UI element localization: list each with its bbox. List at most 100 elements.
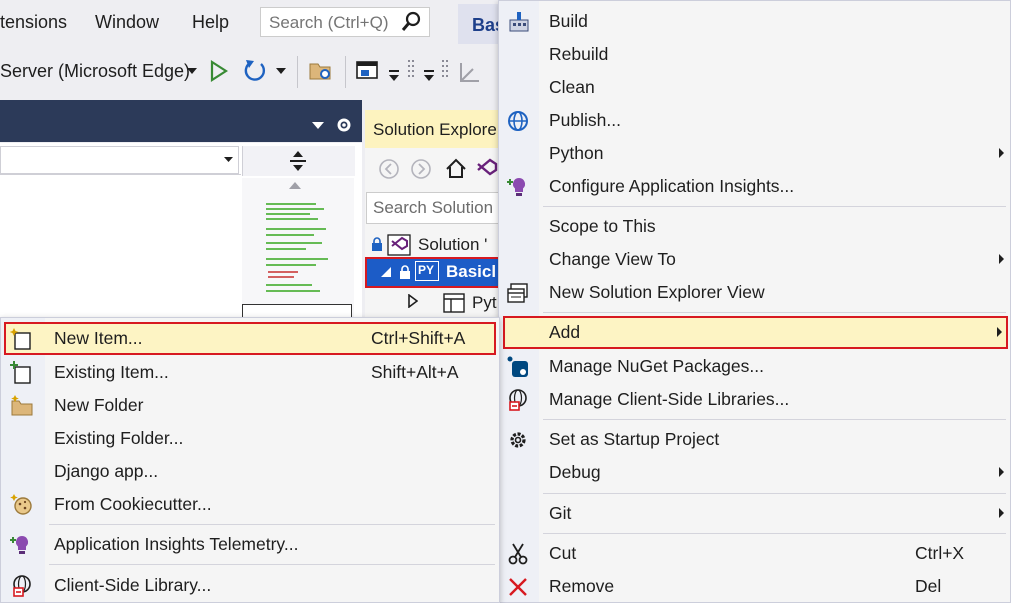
search-input[interactable] xyxy=(267,9,407,37)
lock-icon xyxy=(372,237,382,251)
global-search[interactable] xyxy=(260,7,430,37)
gear-icon[interactable] xyxy=(335,116,353,134)
menu-item-add[interactable]: Add xyxy=(503,316,1008,349)
client-lib-icon xyxy=(13,575,31,597)
submenu-arrow-icon xyxy=(997,327,1002,337)
menu-item-manage-nuget[interactable]: Manage NuGet Packages... xyxy=(499,350,1010,383)
menu-item-change-view[interactable]: Change View To xyxy=(499,243,1010,276)
chevron-down-icon xyxy=(224,157,233,162)
menu-item-new-explorer-view[interactable]: New Solution Explorer View xyxy=(499,276,1010,309)
insights-icon xyxy=(10,535,29,554)
scroll-up-icon[interactable] xyxy=(289,182,301,190)
split-icon xyxy=(290,151,306,171)
menu-item-build[interactable]: Build xyxy=(499,5,1010,38)
forward-icon[interactable] xyxy=(410,158,432,180)
start-debug-icon[interactable] xyxy=(210,60,228,82)
menu-item-cut[interactable]: Cut Ctrl+X xyxy=(499,537,1010,570)
menu-separator xyxy=(543,206,1006,207)
menu-separator xyxy=(49,524,495,525)
toolbar: Server (Microsoft Edge) xyxy=(0,48,500,100)
overflow-chevron-icon[interactable] xyxy=(389,70,399,82)
cookiecutter-icon xyxy=(10,494,32,515)
menu-item-set-startup[interactable]: Set as Startup Project xyxy=(499,423,1010,456)
solution-explorer-title-tab[interactable]: Solution Explore xyxy=(365,110,500,148)
python-project-icon: PY xyxy=(415,261,439,281)
submenu-item-new-item[interactable]: New Item... Ctrl+Shift+A xyxy=(4,322,496,355)
home-icon[interactable] xyxy=(444,157,468,181)
client-lib-icon xyxy=(509,389,527,411)
menu-bar: tensions Window Help Bas xyxy=(0,0,505,48)
minimap-viewport[interactable] xyxy=(242,304,352,318)
editor-divider xyxy=(0,174,241,175)
python-env-icon xyxy=(443,293,465,313)
gear-icon xyxy=(510,432,526,448)
menu-item-remove[interactable]: Remove Del xyxy=(499,570,1010,603)
insights-icon xyxy=(507,177,526,196)
menu-item-python[interactable]: Python xyxy=(499,137,1010,170)
solution-icon xyxy=(387,234,411,256)
menu-help[interactable]: Help xyxy=(192,12,229,33)
menu-separator xyxy=(543,419,1006,420)
menu-item-scope-to-this[interactable]: Scope to This xyxy=(499,210,1010,243)
chevron-down-icon[interactable] xyxy=(276,68,286,76)
explorer-view-icon xyxy=(507,283,528,303)
toolbar-separator xyxy=(345,56,346,88)
submenu-arrow-icon xyxy=(999,254,1004,264)
debug-target-dropdown[interactable]: Server (Microsoft Edge) xyxy=(0,61,190,82)
navigation-dropdown[interactable] xyxy=(0,146,239,174)
menu-item-git[interactable]: Git xyxy=(499,497,1010,530)
layout-window-icon[interactable] xyxy=(355,59,381,83)
search-icon xyxy=(401,11,421,31)
ruler-icon[interactable] xyxy=(458,60,482,84)
project-context-menu: Build Rebuild Clean Publish... Python Co… xyxy=(498,0,1011,603)
menu-separator xyxy=(543,493,1006,494)
menu-extensions[interactable]: tensions xyxy=(0,12,67,33)
menu-item-debug[interactable]: Debug xyxy=(499,456,1010,489)
menu-item-configure-insights[interactable]: Configure Application Insights... xyxy=(499,170,1010,203)
tree-item-project-selected[interactable]: PY Basicl xyxy=(365,257,500,288)
menu-item-publish[interactable]: Publish... xyxy=(499,104,1010,137)
vs-switch-view-icon[interactable] xyxy=(476,157,498,181)
lock-icon xyxy=(400,265,410,279)
add-submenu: New Item... Ctrl+Shift+A Existing Item..… xyxy=(0,317,500,603)
split-editor-button[interactable] xyxy=(242,146,355,176)
submenu-item-insights-telemetry[interactable]: Application Insights Telemetry... xyxy=(1,528,499,561)
collapsed-chevron-icon[interactable] xyxy=(408,294,418,308)
toolbar-separator xyxy=(297,56,298,88)
solution-search-input[interactable]: Search Solution xyxy=(366,192,500,224)
build-icon xyxy=(509,12,529,32)
remove-icon xyxy=(509,578,527,596)
scissors-icon xyxy=(508,543,528,565)
menu-item-rebuild[interactable]: Rebuild xyxy=(499,38,1010,71)
submenu-arrow-icon xyxy=(999,467,1004,477)
menu-window[interactable]: Window xyxy=(95,12,159,33)
overflow-chevron-icon[interactable] xyxy=(424,70,434,82)
submenu-item-existing-item[interactable]: Existing Item... Shift+Alt+A xyxy=(1,356,499,389)
menu-item-clean[interactable]: Clean xyxy=(499,71,1010,104)
solution-name-tab[interactable]: Bas xyxy=(458,4,505,44)
chevron-down-icon[interactable] xyxy=(187,68,197,76)
chevron-down-icon[interactable] xyxy=(312,122,324,130)
refresh-icon[interactable] xyxy=(242,58,268,84)
submenu-item-cookiecutter[interactable]: From Cookiecutter... xyxy=(1,488,499,521)
menu-item-manage-client-libs[interactable]: Manage Client-Side Libraries... xyxy=(499,383,1010,416)
submenu-arrow-icon xyxy=(999,508,1004,518)
expanded-chevron-icon[interactable] xyxy=(381,267,391,277)
submenu-item-django-app[interactable]: Django app... xyxy=(1,455,499,488)
existing-item-icon xyxy=(10,361,31,384)
toolbar-grip-icon[interactable] xyxy=(406,58,416,88)
menu-separator xyxy=(543,312,1006,313)
editor-header-bar xyxy=(0,100,362,142)
menu-separator xyxy=(49,564,495,565)
submenu-item-new-folder[interactable]: New Folder xyxy=(1,389,499,422)
folder-search-icon[interactable] xyxy=(308,60,334,82)
toolbar-grip-icon[interactable] xyxy=(440,58,450,88)
back-icon[interactable] xyxy=(378,158,400,180)
submenu-item-existing-folder[interactable]: Existing Folder... xyxy=(1,422,499,455)
submenu-arrow-icon xyxy=(999,148,1004,158)
globe-icon xyxy=(508,111,528,131)
nuget-icon xyxy=(507,356,528,377)
new-folder-icon xyxy=(11,395,33,416)
submenu-item-client-side-library[interactable]: Client-Side Library... xyxy=(1,569,499,602)
menu-separator xyxy=(543,533,1006,534)
